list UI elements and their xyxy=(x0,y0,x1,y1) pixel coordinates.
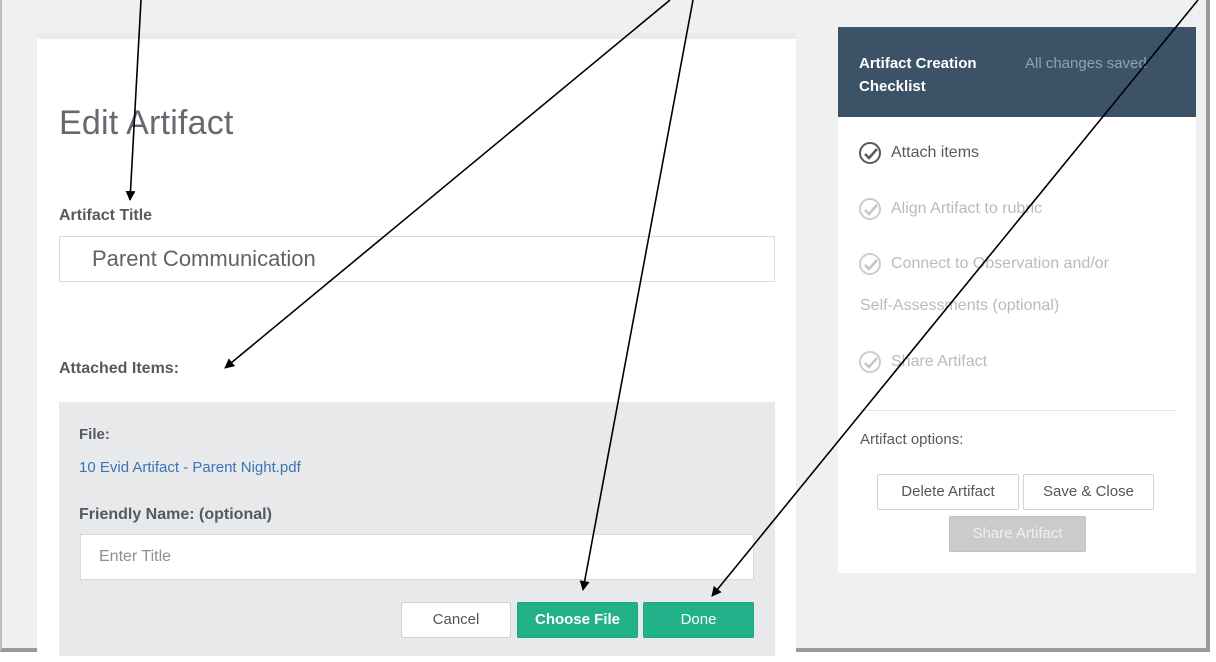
checklist-item-connect: Connect to Observation and/or xyxy=(859,253,1109,275)
done-button[interactable]: Done xyxy=(643,602,754,638)
file-label: File: xyxy=(79,426,110,443)
divider xyxy=(860,410,1176,411)
checklist-item-attach: Attach items xyxy=(859,142,979,164)
checklist-item-share: Share Artifact xyxy=(859,351,987,373)
save-close-button[interactable]: Save & Close xyxy=(1023,474,1154,510)
checklist-item-align: Align Artifact to rubric xyxy=(859,198,1042,220)
check-circle-icon xyxy=(859,253,881,275)
friendly-name-input[interactable] xyxy=(80,534,754,580)
checklist-item-label: Share Artifact xyxy=(891,353,988,371)
checklist-item-label: Attach items xyxy=(891,144,980,162)
checklist-item-label: Align Artifact to rubric xyxy=(891,200,1043,218)
save-status: All changes saved xyxy=(1025,55,1147,72)
checklist-item-connect-line2: Self-Assessments (optional) xyxy=(860,297,1060,314)
cancel-button[interactable]: Cancel xyxy=(401,602,511,638)
check-circle-icon xyxy=(859,142,881,164)
artifact-options-label: Artifact options: xyxy=(860,431,964,448)
share-artifact-button[interactable]: Share Artifact xyxy=(949,516,1086,552)
checklist-item-label: Connect to Observation and/or xyxy=(891,255,1109,273)
file-link[interactable]: 10 Evid Artifact - Parent Night.pdf xyxy=(79,459,301,476)
checklist-header: Artifact Creation Checklist All changes … xyxy=(838,27,1196,117)
attached-items-label: Attached Items: xyxy=(59,360,180,377)
delete-artifact-button[interactable]: Delete Artifact xyxy=(877,474,1019,510)
check-circle-icon xyxy=(859,351,881,373)
check-circle-icon xyxy=(859,198,881,220)
artifact-title-label: Artifact Title xyxy=(59,207,153,224)
choose-file-button[interactable]: Choose File xyxy=(517,602,638,638)
page-title: Edit Artifact xyxy=(59,104,234,142)
artifact-title-input[interactable]: Parent Communication xyxy=(59,236,775,282)
friendly-name-label: Friendly Name: (optional) xyxy=(79,506,272,523)
checklist-title: Artifact Creation Checklist xyxy=(859,55,977,95)
